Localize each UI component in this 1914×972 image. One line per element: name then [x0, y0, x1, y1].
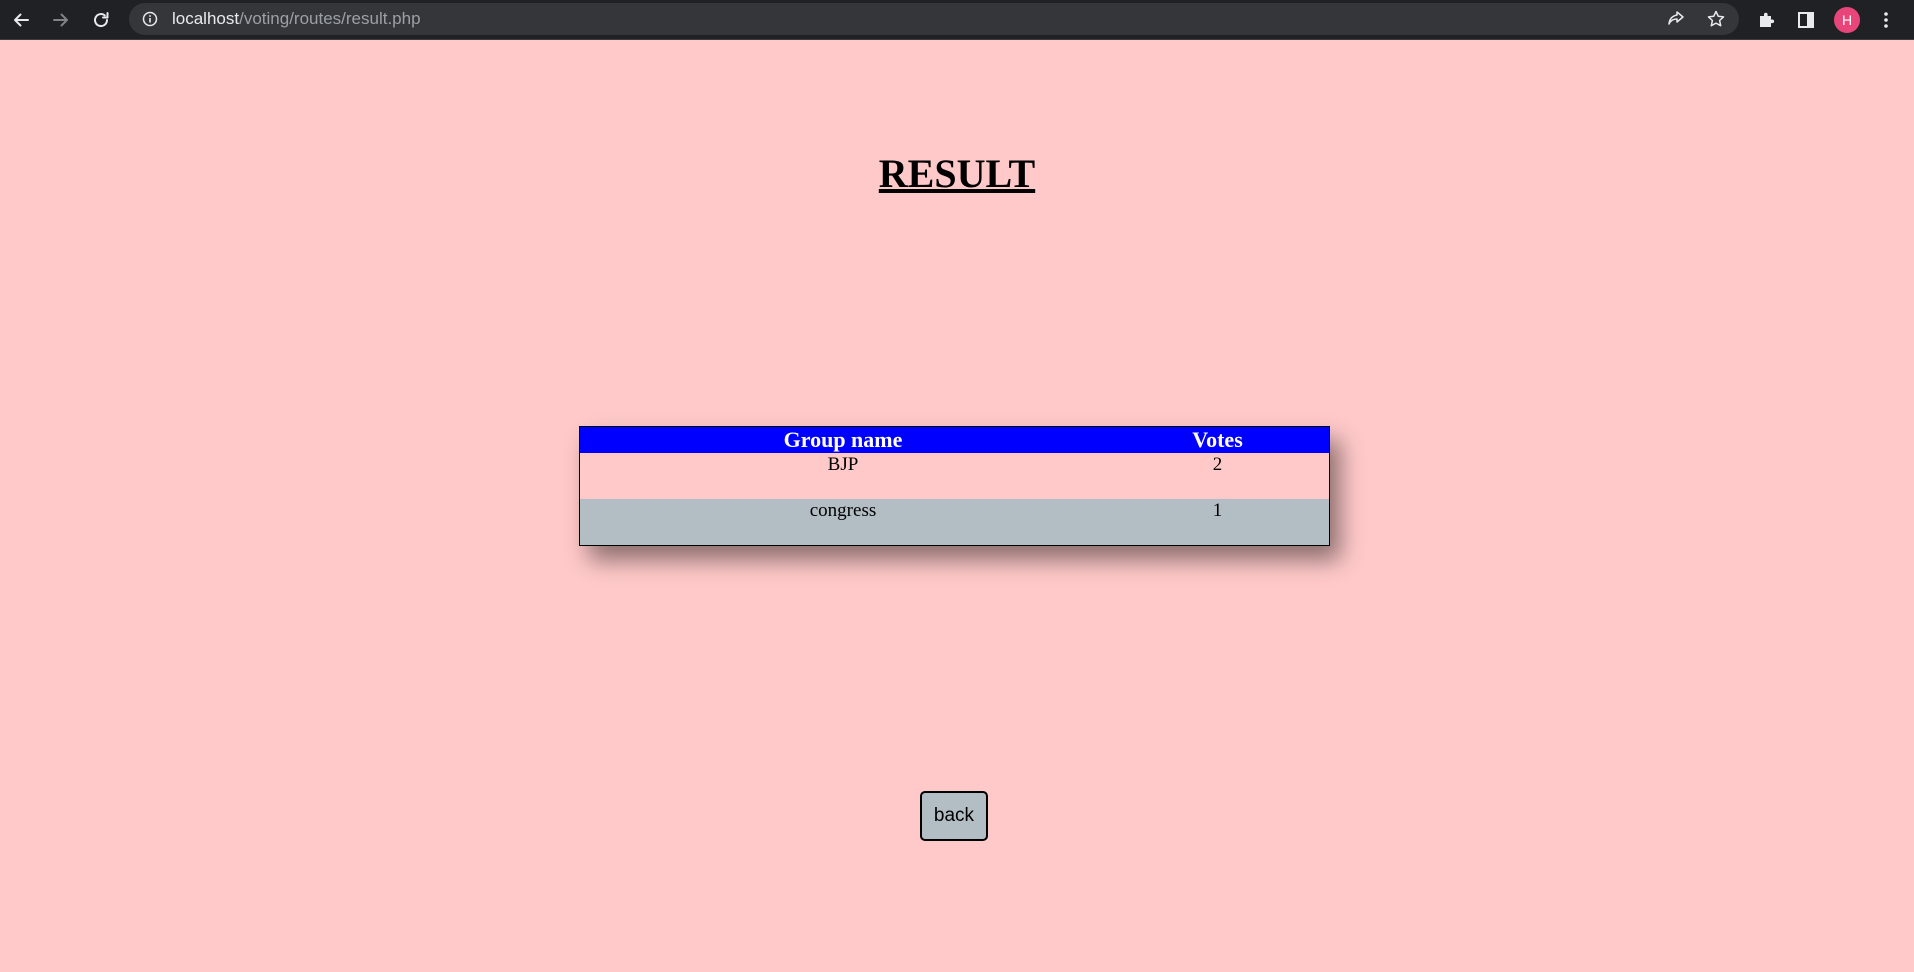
table-header-row: Group name Votes	[579, 426, 1330, 453]
back-button[interactable]: back	[920, 791, 988, 841]
browser-reload-button[interactable]	[85, 4, 117, 36]
kebab-menu-icon	[1884, 12, 1888, 28]
table-row: BJP 2	[579, 453, 1330, 499]
votes-cell: 1	[1106, 499, 1330, 546]
puzzle-icon	[1760, 12, 1775, 27]
group-name-cell: BJP	[579, 453, 1106, 499]
table-row: congress 1	[579, 499, 1330, 546]
url-path: /voting/routes/result.php	[239, 9, 421, 28]
header-group-name: Group name	[579, 426, 1106, 453]
reload-icon	[94, 12, 109, 28]
share-icon	[1668, 11, 1684, 25]
url-text: localhost/voting/routes/result.php	[172, 3, 421, 35]
profile-button[interactable]: H	[1831, 4, 1863, 36]
browser-forward-button[interactable]	[45, 4, 77, 36]
browser-menu-button[interactable]	[1870, 4, 1902, 36]
avatar: H	[1834, 7, 1860, 33]
address-bar[interactable]: localhost/voting/routes/result.php	[129, 3, 1739, 35]
arrow-right-icon	[53, 13, 68, 27]
share-button[interactable]	[1664, 7, 1688, 31]
page-title: RESULT	[878, 151, 1036, 196]
side-panel-icon	[1798, 12, 1814, 28]
votes-cell: 2	[1106, 453, 1330, 499]
url-host: localhost	[172, 9, 240, 28]
results-table: Group name Votes BJP 2 congress 1	[579, 426, 1330, 546]
info-icon[interactable]	[142, 11, 158, 27]
side-panel-button[interactable]	[1790, 4, 1822, 36]
group-name-cell: congress	[579, 499, 1106, 546]
header-votes: Votes	[1106, 426, 1330, 453]
browser-toolbar: localhost/voting/routes/result.php H	[0, 0, 1914, 40]
star-icon	[1707, 10, 1725, 27]
extensions-button[interactable]	[1750, 4, 1782, 36]
arrow-left-icon	[14, 13, 29, 27]
bookmark-button[interactable]	[1704, 7, 1728, 31]
browser-back-button[interactable]	[5, 4, 37, 36]
